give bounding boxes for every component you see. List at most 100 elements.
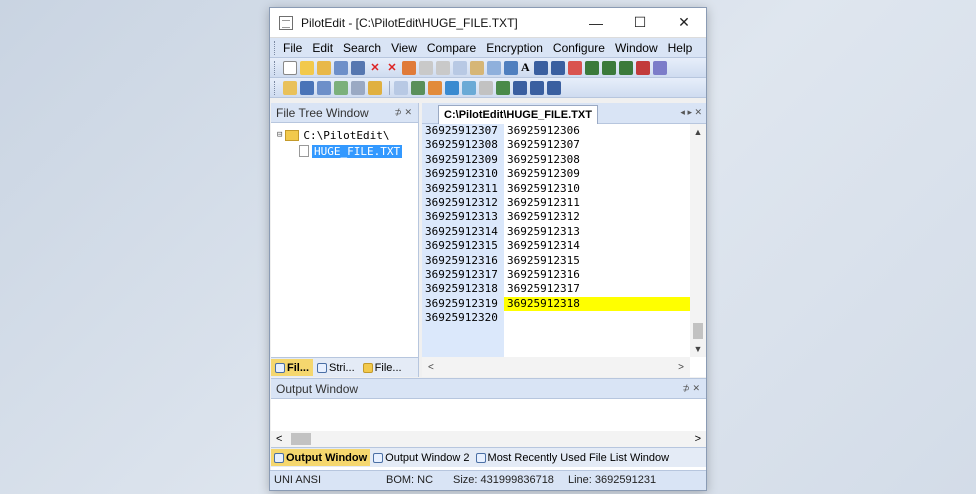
app-icon bbox=[279, 15, 293, 30]
text-line-a: 36925912312 bbox=[425, 195, 498, 209]
tree-folder-row[interactable]: ⊟ C:\PilotEdit\ bbox=[277, 127, 418, 143]
menu-configure[interactable]: Configure bbox=[553, 41, 605, 55]
tree-tab-icon bbox=[275, 362, 285, 373]
menu-search[interactable]: Search bbox=[343, 41, 381, 55]
save-all-icon[interactable] bbox=[351, 60, 365, 75]
minimize-button[interactable]: — bbox=[574, 8, 618, 38]
menu-grip bbox=[274, 40, 277, 55]
file-tree-title: File Tree Window bbox=[276, 105, 369, 120]
options-icon[interactable] bbox=[547, 80, 561, 95]
macro-save-icon[interactable] bbox=[530, 80, 544, 95]
macro-play-icon[interactable] bbox=[513, 80, 527, 95]
menu-window[interactable]: Window bbox=[615, 41, 658, 55]
column-mode-icon[interactable] bbox=[428, 80, 442, 95]
hex-mode-icon[interactable] bbox=[652, 60, 667, 75]
tab-file-list[interactable]: File... bbox=[359, 362, 406, 374]
text-line-b: 36925912315 bbox=[507, 253, 580, 267]
menu-compare[interactable]: Compare bbox=[427, 41, 476, 55]
tab-file-tree[interactable]: Fil... bbox=[271, 359, 313, 376]
menu-encryption[interactable]: Encryption bbox=[486, 41, 543, 55]
macro-record-icon[interactable] bbox=[496, 80, 510, 95]
next-icon[interactable] bbox=[533, 60, 548, 75]
sync-scroll-icon[interactable] bbox=[462, 80, 476, 95]
redo-icon[interactable] bbox=[419, 60, 433, 75]
copy-icon[interactable] bbox=[453, 60, 467, 75]
string-tab-icon bbox=[317, 362, 327, 373]
sort-icon[interactable] bbox=[411, 80, 425, 95]
vertical-scrollbar[interactable]: ▲ ▼ bbox=[690, 124, 706, 357]
scroll-left-icon[interactable]: < bbox=[428, 362, 434, 373]
title-bar[interactable]: PilotEdit - [C:\PilotEdit\HUGE_FILE.TXT]… bbox=[270, 8, 706, 38]
tab-string[interactable]: Stri... bbox=[313, 362, 359, 374]
tree-file-label: HUGE_FILE.TXT bbox=[312, 144, 403, 158]
output-title: Output Window bbox=[276, 381, 359, 396]
new-file-icon[interactable] bbox=[283, 60, 297, 75]
text-line-b: 36925912306 bbox=[507, 124, 580, 137]
horizontal-scrollbar[interactable]: < > bbox=[422, 357, 690, 377]
output-pin-close[interactable]: ⊅ ✕ bbox=[682, 383, 700, 394]
tree-file-row[interactable]: HUGE_FILE.TXT bbox=[277, 143, 418, 159]
cut-icon[interactable] bbox=[436, 60, 450, 75]
output-scroll-right-icon[interactable]: > bbox=[695, 433, 701, 445]
output-scroll-thumb[interactable] bbox=[291, 433, 311, 445]
tab-mru-list-label: Most Recently Used File List Window bbox=[487, 451, 670, 464]
replace-icon[interactable] bbox=[504, 60, 518, 75]
close-all-icon[interactable]: ✕ bbox=[385, 61, 399, 75]
tools-icon[interactable] bbox=[635, 60, 650, 75]
collapse-icon[interactable]: ⊟ bbox=[277, 130, 282, 140]
status-line: Line: 3692591231 bbox=[568, 474, 657, 486]
bookmark-icon[interactable] bbox=[567, 60, 582, 75]
file-tree-tabs: Fil... Stri... File... bbox=[271, 357, 418, 377]
save-icon[interactable] bbox=[334, 60, 348, 75]
output-horizontal-scrollbar[interactable]: < > bbox=[271, 431, 706, 447]
menu-edit[interactable]: Edit bbox=[312, 41, 333, 55]
compare-icon[interactable] bbox=[479, 80, 493, 95]
text-line-a: 36925912317 bbox=[425, 267, 498, 281]
maximize-button[interactable]: ☐ bbox=[618, 8, 662, 38]
font-icon[interactable]: A bbox=[521, 60, 530, 75]
tab-output-window[interactable]: Output Window bbox=[271, 449, 371, 466]
scroll-right-icon[interactable]: > bbox=[678, 362, 684, 373]
word-wrap-icon[interactable] bbox=[445, 80, 459, 95]
scroll-down-icon[interactable]: ▼ bbox=[690, 341, 706, 357]
find-all-icon[interactable] bbox=[618, 60, 633, 75]
document-tab[interactable]: C:\PilotEdit\HUGE_FILE.TXT bbox=[438, 105, 598, 124]
document-tab-controls[interactable]: ◂ ▸ ✕ bbox=[680, 107, 702, 118]
tab-output-window-label: Output Window bbox=[286, 451, 368, 464]
open-folder-icon[interactable] bbox=[300, 60, 314, 75]
run-icon[interactable] bbox=[300, 80, 314, 95]
tab-file-tree-label: Fil... bbox=[287, 361, 309, 374]
file-tree: ⊟ C:\PilotEdit\ HUGE_FILE.TXT bbox=[271, 123, 418, 159]
text-area[interactable]: 36925912307 36925912308 36925912309 3692591… bbox=[422, 124, 690, 357]
tab-mru-list[interactable]: Most Recently Used File List Window bbox=[473, 452, 673, 464]
edit-tool-icon[interactable] bbox=[368, 80, 382, 95]
output-scroll-left-icon[interactable]: < bbox=[276, 433, 282, 445]
menu-file[interactable]: File bbox=[283, 41, 302, 55]
replace-in-files-icon[interactable] bbox=[601, 60, 616, 75]
ftp-icon[interactable] bbox=[334, 80, 348, 95]
paste-icon[interactable] bbox=[470, 60, 484, 75]
project-icon[interactable] bbox=[317, 80, 331, 95]
output-tabs: Output Window Output Window 2 Most Recen… bbox=[271, 447, 706, 467]
open-recent-icon[interactable] bbox=[317, 60, 331, 75]
output2-tab-icon bbox=[373, 452, 384, 463]
close-file-icon[interactable]: ✕ bbox=[368, 61, 382, 75]
toolbar-grip bbox=[274, 60, 277, 75]
toolbar-grip-2 bbox=[274, 80, 277, 95]
compile-icon[interactable] bbox=[283, 80, 297, 95]
text-line-b: 36925912307 bbox=[507, 138, 580, 152]
script-icon[interactable] bbox=[351, 80, 365, 95]
scroll-up-icon[interactable]: ▲ bbox=[690, 124, 706, 140]
close-button[interactable]: ✕ bbox=[662, 8, 706, 38]
menu-view[interactable]: View bbox=[391, 41, 417, 55]
tab-output-window-2[interactable]: Output Window 2 bbox=[370, 452, 472, 464]
previous-icon[interactable] bbox=[550, 60, 565, 75]
vertical-scroll-thumb[interactable] bbox=[693, 323, 703, 339]
find-icon[interactable] bbox=[487, 60, 501, 75]
file-tree-pin-close[interactable]: ⊅ ✕ bbox=[394, 107, 412, 118]
find-in-files-icon[interactable] bbox=[584, 60, 599, 75]
status-bom: BOM: NC bbox=[386, 474, 434, 486]
menu-help[interactable]: Help bbox=[668, 41, 693, 55]
indent-icon[interactable] bbox=[394, 80, 408, 95]
undo-icon[interactable] bbox=[402, 60, 416, 75]
